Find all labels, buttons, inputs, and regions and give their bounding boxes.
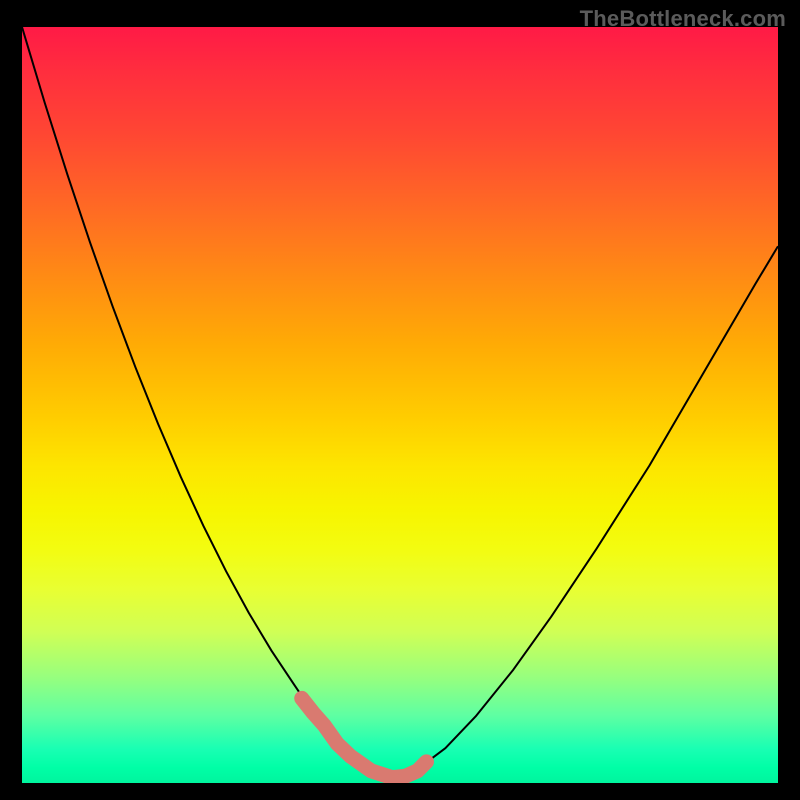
black-curve xyxy=(22,27,778,778)
chart-container: TheBottleneck.com xyxy=(0,0,800,800)
plot-area xyxy=(22,27,778,783)
watermark-text: TheBottleneck.com xyxy=(580,6,786,32)
curve-layer xyxy=(22,27,778,783)
salmon-highlight xyxy=(302,698,427,777)
plot-frame xyxy=(22,27,778,783)
